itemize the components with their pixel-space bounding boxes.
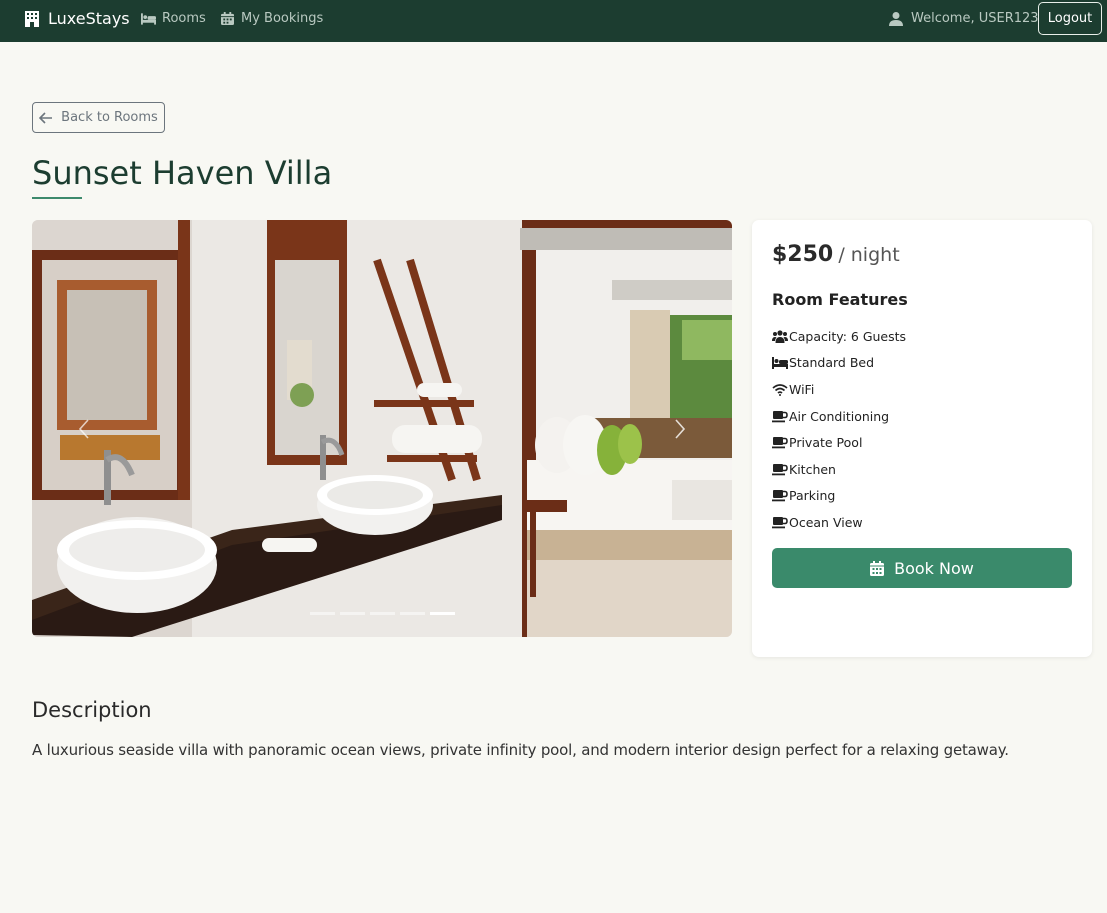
feature-item: Standard Bed xyxy=(772,350,906,377)
price-amount: $250 xyxy=(772,242,834,267)
nav-bookings-link[interactable]: My Bookings xyxy=(220,11,323,26)
price: $250 / night xyxy=(772,242,900,267)
bed-icon xyxy=(772,356,789,370)
chevron-right-icon xyxy=(675,419,686,439)
carousel-indicator[interactable] xyxy=(400,612,425,615)
booking-card: $250 / night Room Features Capacity: 6 G… xyxy=(752,220,1092,657)
carousel-prev-button[interactable] xyxy=(74,415,94,443)
calendar-icon xyxy=(221,12,234,25)
title-underline xyxy=(32,197,82,199)
feature-item: Capacity: 6 Guests xyxy=(772,323,906,350)
back-label: Back to Rooms xyxy=(61,110,158,125)
book-now-button[interactable]: Book Now xyxy=(772,548,1072,588)
mug-icon xyxy=(772,489,789,502)
room-image-carousel[interactable] xyxy=(32,220,732,637)
chevron-left-icon xyxy=(78,419,89,439)
brand-name: LuxeStays xyxy=(48,9,130,28)
hotel-icon xyxy=(25,10,39,27)
mug-icon xyxy=(772,463,789,476)
mug-icon xyxy=(772,436,789,449)
welcome-text: Welcome, USER123 xyxy=(911,11,1039,26)
feature-label: Parking xyxy=(789,488,836,504)
carousel-indicator[interactable] xyxy=(340,612,365,615)
feature-item: Ocean View xyxy=(772,509,906,536)
feature-item: Kitchen xyxy=(772,456,906,483)
feature-label: WiFi xyxy=(789,381,815,397)
back-to-rooms-button[interactable]: Back to Rooms xyxy=(32,102,165,133)
carousel-indicator[interactable] xyxy=(430,612,455,615)
feature-item: WiFi xyxy=(772,376,906,403)
logout-button[interactable]: Logout xyxy=(1038,2,1102,35)
brand-link[interactable]: LuxeStays xyxy=(24,9,130,28)
page-title: Sunset Haven Villa xyxy=(32,154,333,192)
book-now-label: Book Now xyxy=(894,558,974,578)
room-photo xyxy=(32,220,732,637)
carousel-next-button[interactable] xyxy=(670,415,690,443)
navbar: LuxeStays Rooms My Bookings Welcome, USE… xyxy=(0,0,1107,42)
description-text: A luxurious seaside villa with panoramic… xyxy=(32,741,1009,759)
feature-label: Ocean View xyxy=(789,514,863,530)
mug-icon xyxy=(772,516,789,529)
feature-item: Parking xyxy=(772,483,906,510)
users-icon xyxy=(772,330,789,343)
feature-label: Standard Bed xyxy=(789,355,875,371)
bed-icon xyxy=(141,13,156,25)
carousel-indicators xyxy=(310,612,455,615)
arrow-left-icon xyxy=(39,111,53,124)
feature-item: Air Conditioning xyxy=(772,403,906,430)
feature-label: Private Pool xyxy=(789,435,863,451)
carousel-indicator[interactable] xyxy=(370,612,395,615)
mug-icon xyxy=(772,410,789,423)
user-icon xyxy=(889,11,903,26)
welcome-message: Welcome, USER123 xyxy=(889,11,1039,26)
features-list: Capacity: 6 Guests Standard Bed WiFi Air Co… xyxy=(772,323,906,536)
carousel-indicator[interactable] xyxy=(310,612,335,615)
features-title: Room Features xyxy=(772,290,908,309)
description-title: Description xyxy=(32,698,152,722)
price-unit: / night xyxy=(838,244,900,266)
feature-label: Kitchen xyxy=(789,461,836,477)
nav-rooms-label: Rooms xyxy=(162,11,206,26)
wifi-icon xyxy=(772,383,789,396)
nav-bookings-label: My Bookings xyxy=(241,11,324,26)
nav-rooms-link[interactable]: Rooms xyxy=(141,11,206,26)
feature-label: Air Conditioning xyxy=(789,408,890,424)
calendar-icon xyxy=(870,560,885,576)
feature-label: Capacity: 6 Guests xyxy=(789,328,907,344)
feature-item: Private Pool xyxy=(772,429,906,456)
